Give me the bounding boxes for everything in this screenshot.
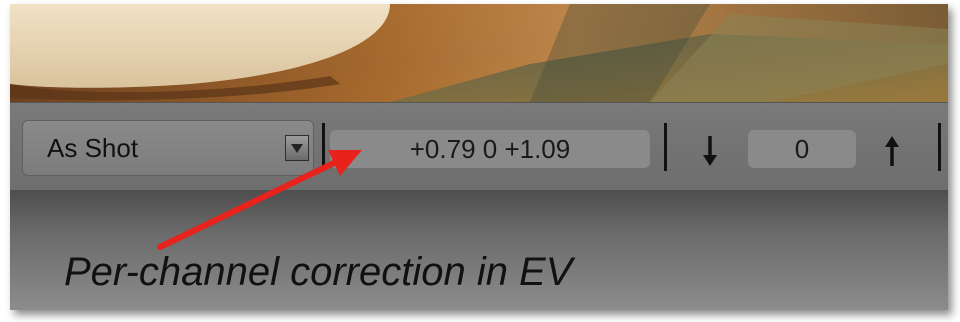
- arrow-up-icon[interactable]: [882, 133, 902, 169]
- white-balance-toolbar: As Shot +0.79 0 +1.09 0: [10, 102, 948, 191]
- chevron-down-icon[interactable]: [285, 135, 309, 161]
- annotation-panel: Per-channel correction in EV: [10, 190, 948, 310]
- toolbar-separator: [664, 123, 667, 171]
- value-field[interactable]: 0: [748, 130, 856, 168]
- app-window: As Shot +0.79 0 +1.09 0 Per-channel corr…: [10, 4, 948, 310]
- image-preview-graphic: [10, 4, 948, 102]
- annotation-caption: Per-channel correction in EV: [64, 250, 573, 294]
- channel-correction-field[interactable]: +0.79 0 +1.09: [330, 130, 650, 168]
- arrow-down-icon[interactable]: [700, 133, 720, 169]
- toolbar-separator: [938, 123, 941, 171]
- preset-selected-value: As Shot: [47, 133, 139, 163]
- image-preview: [10, 4, 948, 102]
- chevron-down-glyph: [291, 144, 303, 153]
- screenshot-frame: As Shot +0.79 0 +1.09 0 Per-channel corr…: [0, 0, 960, 322]
- toolbar-separator: [322, 123, 325, 171]
- white-balance-preset-dropdown[interactable]: As Shot: [22, 120, 314, 176]
